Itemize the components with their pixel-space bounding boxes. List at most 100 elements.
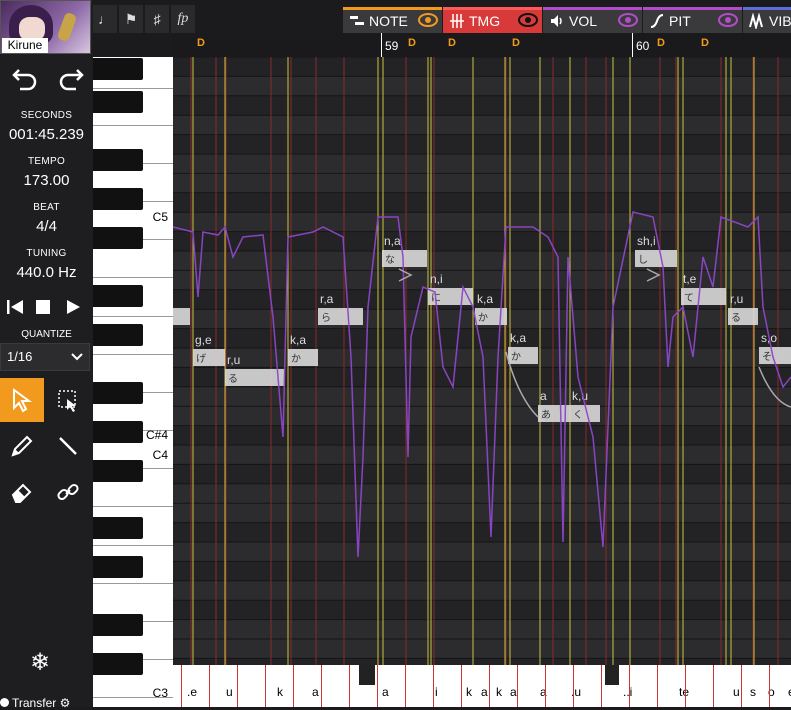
grid-row xyxy=(173,115,791,135)
grid-row xyxy=(173,270,791,290)
grid-row xyxy=(173,386,791,407)
eraser-tool-button[interactable] xyxy=(0,470,44,514)
note-lyric: く xyxy=(573,410,583,421)
grid-row xyxy=(173,445,791,465)
lyric-syllable[interactable]: ..i xyxy=(623,685,632,699)
undo-button[interactable] xyxy=(4,60,40,100)
lyric-divider xyxy=(573,665,574,707)
play-icon[interactable] xyxy=(62,296,84,318)
note-block[interactable] xyxy=(173,308,190,325)
dynamics-marker[interactable]: D xyxy=(512,37,520,49)
lyric-syllable[interactable]: u xyxy=(226,685,233,699)
lyric-divider xyxy=(489,665,490,707)
lyric-syllable[interactable]: a xyxy=(312,685,319,699)
tab-volume[interactable]: VOL xyxy=(543,7,642,33)
tab-vibrato[interactable]: VIB xyxy=(743,7,791,33)
note-phoneme: t,e xyxy=(683,272,697,286)
black-key[interactable] xyxy=(93,382,143,404)
note-lyric: ら xyxy=(321,312,331,324)
tab-pitch[interactable]: PIT xyxy=(643,7,742,33)
beat-value[interactable]: 4/4 xyxy=(0,218,93,235)
tab-volume-bar xyxy=(543,7,642,10)
note-phoneme: g,e xyxy=(195,333,212,347)
lyric-syllable[interactable]: a xyxy=(481,685,488,699)
lyric-syllable[interactable]: .e xyxy=(187,685,197,699)
dynamics-icon[interactable]: fp xyxy=(171,5,195,33)
dynamics-marker[interactable]: D xyxy=(657,37,665,49)
grid-row xyxy=(173,600,791,620)
piano-roll-grid[interactable]: g,eげ r,uるk,aかr,aらn,aなn,iに k,aかk,aかaあk,uくsh… xyxy=(173,57,791,707)
drum-icon[interactable]: ⚑ xyxy=(119,5,143,33)
snowflake-icon[interactable]: ❄ xyxy=(30,648,50,677)
lyric-syllable[interactable]: k xyxy=(277,685,283,699)
lyric-syllable[interactable]: te xyxy=(679,685,689,699)
lyric-syllable[interactable]: k xyxy=(496,685,502,699)
eye-icon[interactable] xyxy=(618,13,638,27)
black-key[interactable] xyxy=(93,614,143,636)
timeline-ruler[interactable]: 59 60 D D D D D D xyxy=(173,33,791,57)
note-phoneme: k,a xyxy=(290,333,306,347)
black-key[interactable] xyxy=(93,421,143,443)
lyric-divider xyxy=(349,665,350,707)
tab-pitch-label: PIT xyxy=(669,13,691,29)
eye-icon[interactable] xyxy=(418,13,438,27)
black-key[interactable] xyxy=(93,653,143,675)
lyric-syllable[interactable]: a xyxy=(510,685,517,699)
dynamics-marker[interactable]: D xyxy=(408,37,416,49)
note-phoneme: k,a xyxy=(477,292,493,306)
stop-icon[interactable] xyxy=(32,296,54,318)
lyric-syllable[interactable]: k xyxy=(466,685,472,699)
transfer-label: Transfer xyxy=(12,696,57,710)
line-tool-button[interactable] xyxy=(46,424,90,468)
lyric-syllable[interactable]: a xyxy=(382,685,389,699)
note-lyric: か xyxy=(478,312,488,324)
select-tool-button[interactable] xyxy=(0,378,44,422)
lyric-syllable[interactable]: s xyxy=(750,685,756,699)
tuning-value[interactable]: 440.0 Hz xyxy=(0,264,93,281)
bar-line-60 xyxy=(632,33,633,57)
metronome-icon[interactable]: ♩ xyxy=(93,5,117,33)
note-lyric: な xyxy=(385,254,395,266)
black-key[interactable] xyxy=(93,91,143,113)
note-phoneme: r,u xyxy=(730,292,743,306)
skip-back-icon[interactable] xyxy=(4,296,26,318)
piano-keyboard[interactable]: C5 C#4 C4 C3 xyxy=(93,57,173,707)
lyric-divider xyxy=(545,665,546,707)
black-key[interactable] xyxy=(93,149,143,171)
link-tool-button[interactable] xyxy=(46,470,90,514)
singer-avatar[interactable]: Kirune xyxy=(0,0,91,54)
box-select-tool-button[interactable] xyxy=(46,378,90,422)
redo-button[interactable] xyxy=(50,60,86,100)
black-key[interactable] xyxy=(93,285,143,307)
eye-icon[interactable] xyxy=(718,13,738,27)
lyrics-track[interactable]: .eukaaikakaa.u..iteusoe xyxy=(173,665,791,707)
dynamics-marker[interactable]: D xyxy=(197,37,205,49)
eye-icon[interactable] xyxy=(518,13,538,27)
tab-note[interactable]: NOTE xyxy=(343,7,442,33)
tab-vibrato-label: VIB xyxy=(769,13,791,29)
black-key[interactable] xyxy=(93,460,143,482)
lyric-divider xyxy=(741,665,742,707)
note-phoneme: r,u xyxy=(227,353,240,367)
black-key[interactable] xyxy=(93,58,143,80)
transfer-toggle[interactable]: Transfer ⚙ xyxy=(0,696,70,710)
sharp-icon[interactable]: ♯ xyxy=(145,5,169,33)
black-key[interactable] xyxy=(93,227,143,249)
black-key[interactable] xyxy=(93,517,143,539)
tab-timing[interactable]: TMG xyxy=(443,7,542,33)
pencil-tool-button[interactable] xyxy=(0,424,44,468)
lyric-syllable[interactable]: u xyxy=(733,685,740,699)
dynamics-marker[interactable]: D xyxy=(701,37,709,49)
line-icon xyxy=(59,437,77,455)
dynamics-marker[interactable]: D xyxy=(448,37,456,49)
lyric-divider xyxy=(405,665,406,707)
quantize-select[interactable]: 1/16 xyxy=(0,343,90,371)
grid-row xyxy=(173,425,791,445)
tempo-value[interactable]: 173.00 xyxy=(0,172,93,189)
key-label-c4: C4 xyxy=(152,448,168,462)
lyric-syllable[interactable]: i xyxy=(435,685,438,699)
black-key[interactable] xyxy=(93,556,143,578)
black-key[interactable] xyxy=(93,188,143,210)
gear-icon[interactable]: ⚙ xyxy=(60,696,71,710)
black-key[interactable] xyxy=(93,324,143,346)
